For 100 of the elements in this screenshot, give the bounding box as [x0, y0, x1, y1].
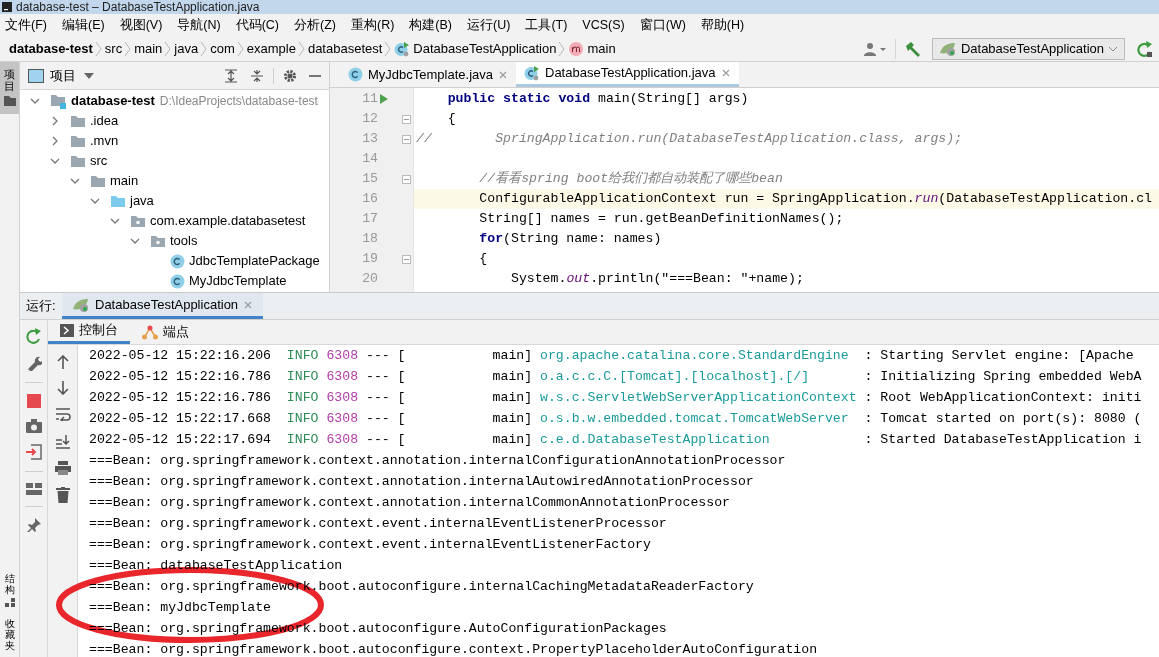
console-subtab[interactable]: 端点	[130, 320, 201, 344]
fold-icon[interactable]	[401, 134, 411, 144]
structure-icon	[4, 598, 15, 608]
tree-item[interactable]: JdbcTemplatePackage	[189, 251, 320, 271]
console-icon	[60, 324, 74, 337]
project-view-dropdown[interactable]: 项目	[50, 65, 94, 86]
hammer-icon[interactable]	[903, 39, 922, 58]
log-thread: [ main]	[397, 368, 534, 386]
user-menu-icon[interactable]	[862, 40, 887, 57]
tree-item[interactable]: .mvn	[90, 131, 119, 151]
tree-item[interactable]: main	[110, 171, 139, 191]
tree-item[interactable]: MyJdbcTemplate	[189, 271, 287, 291]
log-pid: 6308	[326, 389, 360, 407]
log-thread: [ main]	[397, 389, 534, 407]
side-tab[interactable]: 项目	[0, 62, 19, 115]
log-separator: ---	[365, 347, 391, 365]
breadcrumb-item[interactable]: com	[210, 38, 235, 59]
class-icon	[170, 253, 185, 269]
menu-item[interactable]: 帮助(H)	[697, 15, 748, 35]
menu-item[interactable]: VCS(S)	[579, 15, 628, 35]
run-class-icon	[394, 40, 411, 57]
rerun-icon[interactable]	[25, 328, 42, 344]
line-number: 17	[362, 210, 378, 229]
editor-tab[interactable]: MyJdbcTemplate.java	[340, 62, 516, 87]
log-thread: [ main]	[397, 431, 534, 449]
menu-item[interactable]: 分析(Z)	[291, 15, 339, 35]
breadcrumb-item[interactable]: databasetest	[307, 38, 383, 59]
tree-item[interactable]: tools	[170, 231, 198, 251]
log-logger: org.apache.catalina.core.StandardEngine	[540, 347, 850, 365]
log-message: : Tomcat started on port(s): 8080 (	[864, 410, 1142, 428]
fold-icon[interactable]	[401, 254, 411, 264]
expand-all-icon[interactable]	[224, 68, 238, 83]
menu-item[interactable]: 编辑(E)	[58, 15, 108, 35]
breadcrumb-item[interactable]: main	[134, 38, 163, 59]
settings-icon[interactable]	[283, 68, 297, 83]
log-timestamp: 2022-05-12 15:22:16.206	[89, 347, 273, 365]
close-icon[interactable]	[243, 299, 254, 310]
chevron-down-icon[interactable]	[110, 216, 120, 226]
close-icon[interactable]	[498, 69, 508, 80]
fold-icon[interactable]	[401, 114, 411, 124]
breadcrumb-item[interactable]: database-test	[9, 38, 93, 59]
chevron-right-icon[interactable]	[50, 116, 60, 126]
menu-item[interactable]: 运行(U)	[464, 15, 514, 35]
breadcrumb-item[interactable]: java	[174, 38, 199, 59]
editor-tab[interactable]: DatabaseTestApplication.java	[516, 62, 739, 87]
log-level: INFO	[286, 368, 320, 386]
menu-item[interactable]: 构建(B)	[406, 15, 456, 35]
run-tab[interactable]: DatabaseTestApplication	[62, 293, 264, 319]
breadcrumb-item[interactable]: main	[568, 38, 616, 59]
fold-icon[interactable]	[401, 174, 411, 184]
menu-item[interactable]: 工具(T)	[522, 15, 571, 35]
chevron-down-icon[interactable]	[130, 236, 140, 246]
pin-icon[interactable]	[26, 518, 41, 532]
rerun-icon[interactable]	[1137, 39, 1153, 58]
menu-item[interactable]: 窗口(W)	[636, 15, 689, 35]
soft-wrap-icon[interactable]	[54, 407, 71, 421]
side-tab[interactable]: 结构	[0, 569, 19, 614]
log-logger: o.a.c.c.C.[Tomcat].[localhost].[/]	[540, 368, 811, 386]
tree-item[interactable]: java	[130, 191, 154, 211]
chevron-right-icon[interactable]	[50, 136, 60, 146]
line-number: 14	[362, 150, 378, 169]
log-timestamp: 2022-05-12 15:22:16.786	[89, 368, 273, 386]
camera-icon[interactable]	[25, 419, 42, 433]
run-gutter-icon[interactable]	[380, 94, 388, 104]
folder-icon	[3, 96, 16, 107]
stop-icon[interactable]	[26, 394, 41, 408]
menu-item[interactable]: 文件(F)	[2, 15, 50, 35]
chevron-down-icon[interactable]	[30, 96, 40, 106]
arrow-up-icon[interactable]	[56, 355, 69, 369]
side-tab[interactable]: 收藏夹	[0, 614, 19, 657]
breadcrumb-item[interactable]: DatabaseTestApplication	[394, 38, 557, 59]
caret-icon	[84, 71, 94, 80]
chevron-down-icon[interactable]	[90, 196, 100, 206]
print-icon[interactable]	[54, 461, 71, 475]
log-timestamp: 2022-05-12 15:22:17.694	[89, 431, 273, 449]
run-configuration-dropdown[interactable]: DatabaseTestApplication	[931, 37, 1125, 60]
menu-item[interactable]: 导航(N)	[174, 15, 224, 35]
tree-item[interactable]: com.example.databasetest	[150, 211, 306, 231]
breadcrumb-item[interactable]: src	[104, 38, 123, 59]
log-message: : Starting Servlet engine: [Apache	[864, 347, 1134, 365]
log-logger: o.s.b.w.embedded.tomcat.TomcatWebServer	[540, 410, 850, 428]
menu-item[interactable]: 视图(V)	[116, 15, 166, 35]
close-icon[interactable]	[720, 68, 731, 78]
tree-item[interactable]: database-test	[71, 91, 155, 111]
tree-item[interactable]: src	[90, 151, 108, 171]
chevron-down-icon[interactable]	[70, 176, 80, 186]
exit-icon[interactable]	[25, 444, 42, 460]
log-level: INFO	[286, 431, 320, 449]
breadcrumb-item[interactable]: example	[246, 38, 296, 59]
class-icon	[348, 67, 363, 82]
chevron-down-icon[interactable]	[50, 156, 60, 166]
collapse-all-icon[interactable]	[250, 68, 264, 83]
module-path: D:\IdeaProjects\database-test	[159, 93, 318, 110]
tree-item[interactable]: .idea	[90, 111, 119, 131]
scroll-to-end-icon[interactable]	[54, 433, 71, 449]
arrow-down-icon[interactable]	[56, 381, 69, 395]
trash-icon[interactable]	[55, 487, 70, 503]
menu-item[interactable]: 代码(C)	[232, 15, 283, 35]
layout-icon[interactable]	[25, 483, 42, 495]
menu-item[interactable]: 重构(R)	[348, 15, 398, 35]
